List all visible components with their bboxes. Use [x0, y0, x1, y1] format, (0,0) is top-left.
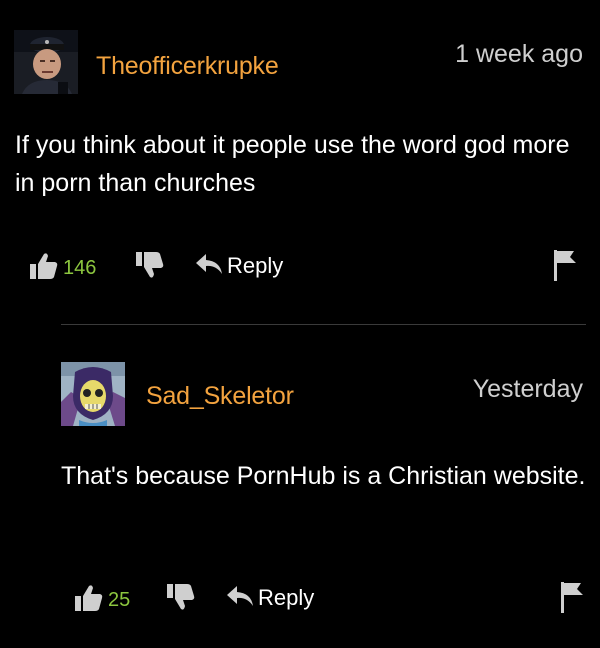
- thumbs-up-icon: [72, 583, 104, 613]
- comment-timestamp: 1 week ago: [455, 40, 583, 68]
- reply-comment: Sad_Skeletor Yesterday That's because Po…: [0, 320, 600, 648]
- like-button[interactable]: 25: [72, 578, 130, 618]
- comment: Theofficerkrupke 1 week ago If you think…: [0, 0, 600, 320]
- reply-arrow-icon: [226, 585, 254, 612]
- reply-arrow-icon: [195, 253, 223, 280]
- like-button[interactable]: 146: [27, 246, 96, 286]
- flag-button[interactable]: [559, 580, 585, 619]
- thumbs-down-icon: [164, 584, 196, 616]
- flag-icon: [559, 582, 585, 618]
- like-count: 25: [108, 588, 131, 611]
- user-avatar-photo-icon: [14, 30, 78, 94]
- comment-text: That's because PornHub is a Christian we…: [61, 462, 586, 490]
- reply-label: Reply: [227, 253, 284, 278]
- dislike-button[interactable]: [164, 582, 196, 617]
- like-count: 146: [63, 256, 97, 279]
- flag-button[interactable]: [552, 248, 578, 287]
- user-avatar[interactable]: [14, 30, 78, 94]
- thumbs-down-icon: [133, 252, 165, 284]
- flag-icon: [552, 250, 578, 286]
- reply-button[interactable]: Reply: [226, 578, 314, 618]
- comment-author[interactable]: Sad_Skeletor: [146, 382, 294, 411]
- comment-author[interactable]: Theofficerkrupke: [96, 52, 279, 81]
- thumbs-up-icon: [27, 251, 59, 281]
- skeletor-avatar-icon: [61, 362, 125, 426]
- comment-text: If you think about it people use the wor…: [15, 131, 570, 197]
- dislike-button[interactable]: [133, 250, 165, 285]
- comment-timestamp: Yesterday: [472, 375, 583, 403]
- comment-actions: 25 Reply: [72, 578, 587, 618]
- reply-button[interactable]: Reply: [195, 246, 283, 286]
- user-avatar[interactable]: [61, 362, 125, 426]
- comment-actions: 146 Reply: [27, 246, 587, 286]
- reply-label: Reply: [258, 585, 315, 610]
